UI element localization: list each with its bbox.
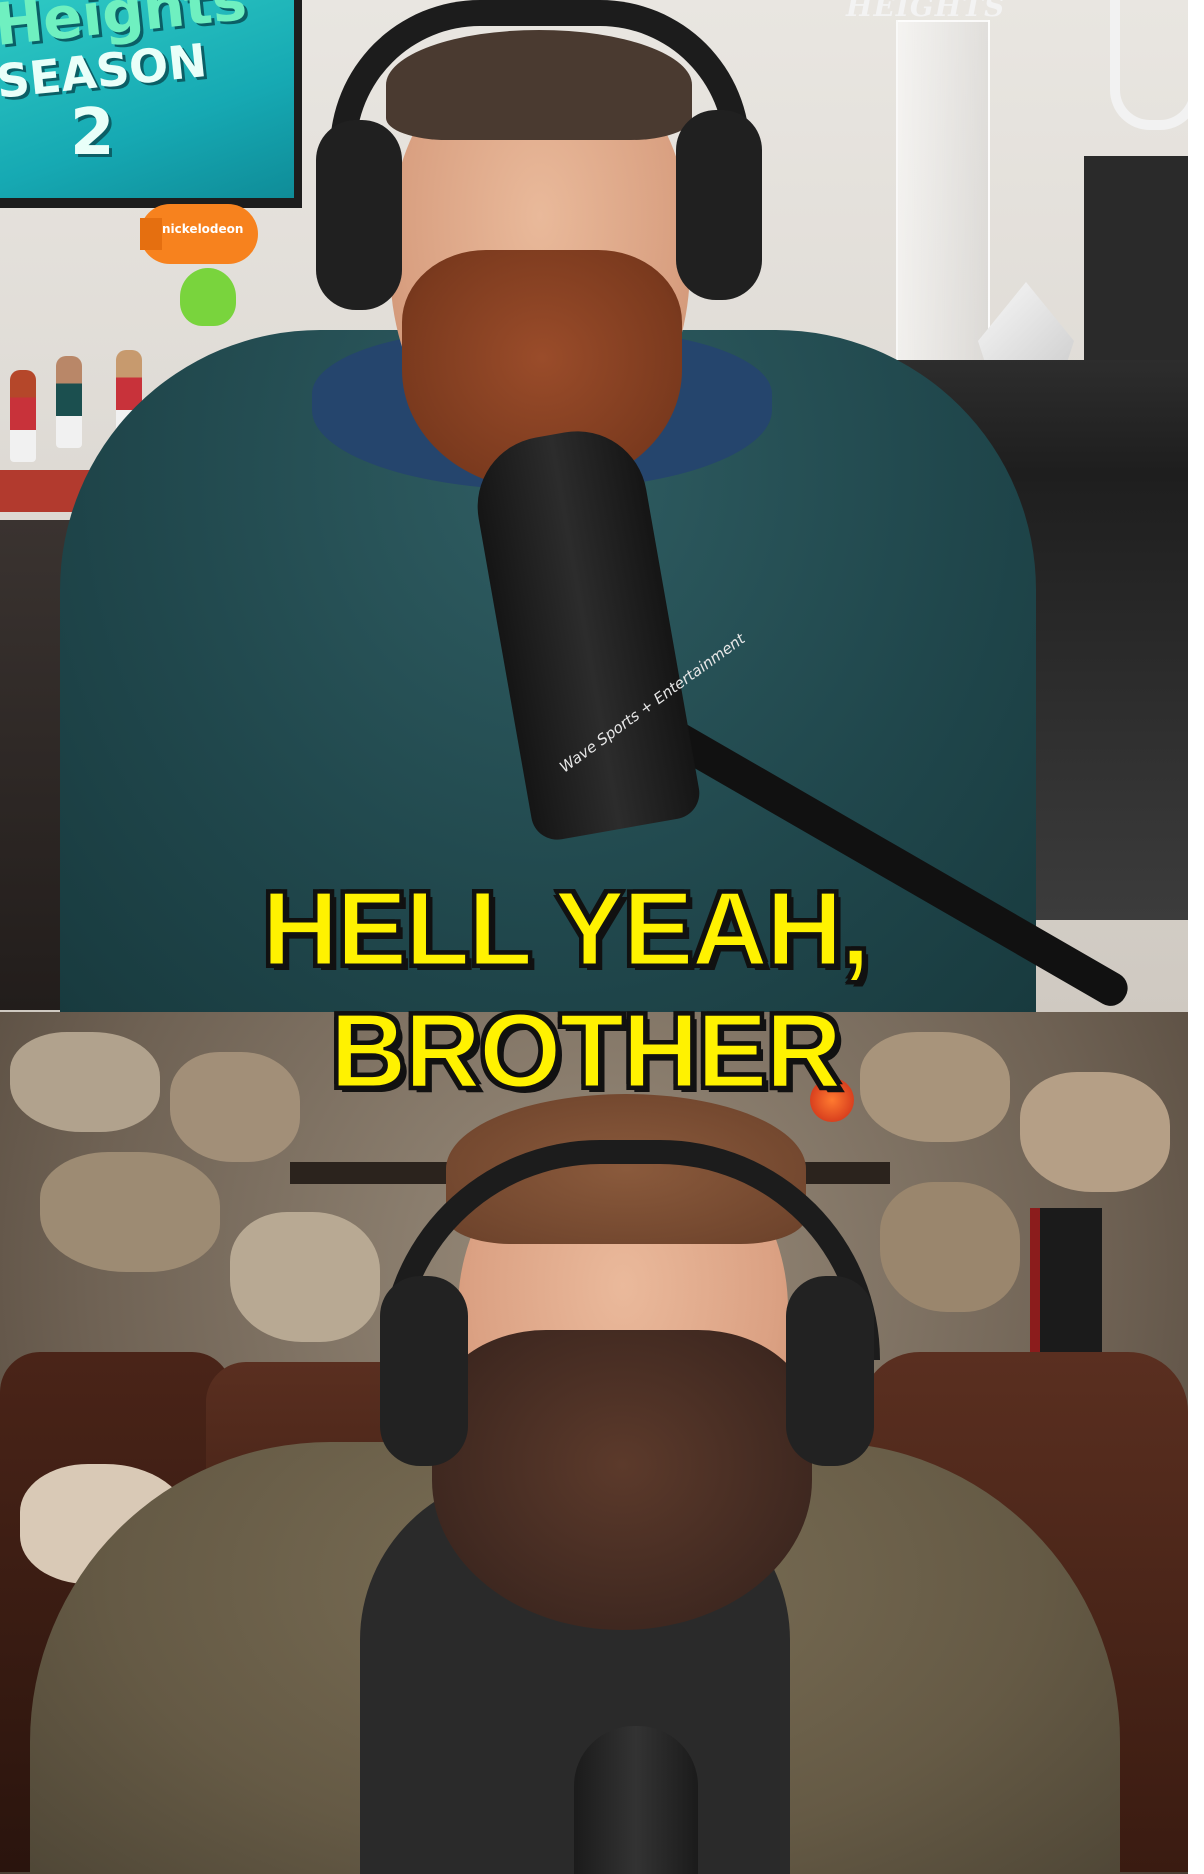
right-edge-strip (1188, 0, 1204, 1874)
stone-wall (230, 1212, 380, 1342)
video-frame: Heights SEASON 2 nickelodeon HEIGHTS Wav… (0, 0, 1188, 1874)
blimp-label: nickelodeon (162, 222, 244, 236)
top-video-panel: Heights SEASON 2 nickelodeon HEIGHTS Wav… (0, 0, 1188, 1012)
headphone-cup-left (316, 120, 402, 310)
bottom-video-panel (0, 1012, 1188, 1874)
award-plaque (1084, 156, 1188, 388)
headphone-cup-right (676, 110, 762, 300)
bobblehead-figure (10, 370, 36, 462)
caption-line-2: BROTHER (328, 991, 843, 1112)
tv-season-number: 2 (70, 96, 115, 170)
host2-beard (432, 1330, 812, 1630)
ring-light (1110, 0, 1188, 130)
subtitle-caption: HELL YEAH, BROTHER (0, 868, 1130, 1112)
blimp-tail (140, 218, 162, 250)
caption-line-1: HELL YEAH, (260, 869, 871, 990)
watermark-text: HEIGHTS (846, 0, 1006, 23)
background-tv-screen: Heights SEASON 2 (0, 0, 302, 208)
microphone-icon (574, 1726, 698, 1874)
stone-wall (40, 1152, 220, 1272)
stone-wall (880, 1182, 1020, 1312)
headphone-cup-right (786, 1276, 874, 1466)
headphone-cup-left (380, 1276, 468, 1466)
bobblehead-figure (56, 356, 82, 448)
slime-toy (180, 268, 236, 326)
glass-trophy (896, 20, 990, 374)
